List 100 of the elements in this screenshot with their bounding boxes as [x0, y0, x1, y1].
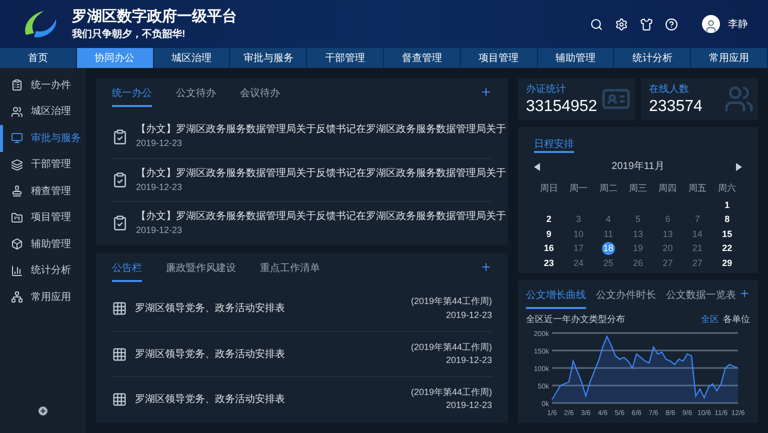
- add-icon[interactable]: [480, 86, 492, 98]
- sidebar-item[interactable]: 统一办件: [0, 72, 86, 98]
- panel-tab[interactable]: 重点工作清单: [260, 261, 320, 282]
- sidebar-item[interactable]: 辅助管理: [0, 231, 86, 258]
- next-icon[interactable]: [736, 162, 742, 170]
- menu-icon: [11, 79, 23, 92]
- calendar-day[interactable]: 27: [690, 256, 704, 270]
- panel-tab[interactable]: 廉政暨作风建设: [166, 261, 236, 282]
- nav-tab[interactable]: 统计分析: [614, 48, 692, 68]
- month-label: 2019年11月: [612, 160, 664, 174]
- document-icon: [112, 172, 128, 188]
- panel-tab[interactable]: 公文增长曲线: [526, 288, 586, 309]
- calendar-day[interactable]: 4: [602, 213, 615, 226]
- calendar-day[interactable]: 15: [720, 228, 734, 241]
- calendar-day[interactable]: 6: [661, 213, 674, 226]
- calendar-day[interactable]: 19: [631, 242, 644, 256]
- sidebar-item[interactable]: 审批与服务: [0, 125, 86, 152]
- calendar-day[interactable]: 13: [661, 228, 674, 241]
- calendar-day[interactable]: 11: [602, 228, 615, 241]
- item-date: 2019-12-23: [136, 137, 184, 150]
- calendar-day[interactable]: 27: [661, 256, 674, 270]
- panel-tab[interactable]: 会议待办: [240, 86, 280, 107]
- calendar-day[interactable]: 22: [720, 242, 734, 256]
- stat-label: 办证统计: [526, 82, 567, 97]
- panel-tab[interactable]: 公告栏: [112, 261, 142, 282]
- calendar-day[interactable]: 25: [602, 256, 615, 270]
- sidebar-item[interactable]: 稽查管理: [0, 178, 86, 204]
- notice-week: (2019年第44工作周): [410, 386, 492, 399]
- scope-toggle[interactable]: 全区: [701, 313, 719, 326]
- calendar-day[interactable]: 3: [572, 213, 586, 226]
- weekday-label: 周五: [687, 182, 708, 195]
- notice-date: 2019-12-23: [446, 308, 492, 322]
- slogan: 我们只争朝夕，不负韶华!: [72, 28, 186, 42]
- item-title[interactable]: 【办文】罗湖区政务服务数据管理局关于反馈书记在罗湖区政务服务数据管理局关于: [136, 166, 506, 181]
- sidebar-item[interactable]: 项目管理: [0, 204, 86, 231]
- calendar-day[interactable]: 23: [542, 256, 556, 270]
- nav-tab[interactable]: 辅助管理: [538, 48, 614, 68]
- panel-tab[interactable]: 公文办件时长: [596, 288, 656, 309]
- notice-title[interactable]: 罗湖区领导党务、政务活动安排表: [135, 346, 285, 362]
- nav-tab[interactable]: 督查管理: [384, 48, 461, 68]
- user-name: 李静: [728, 18, 748, 32]
- menu-icon: [11, 106, 23, 118]
- app-title: 罗湖区数字政府一级平台: [72, 6, 237, 26]
- panel-tab[interactable]: 统一办公: [112, 86, 152, 107]
- weekday-label: 周一: [568, 182, 589, 195]
- help-icon[interactable]: [665, 18, 678, 30]
- notice-title[interactable]: 罗湖区领导党务、政务活动安排表: [135, 392, 285, 406]
- chart-subtitle: 全区近一年办文类型分布: [526, 313, 625, 326]
- nav-tab[interactable]: 审批与服务: [230, 48, 308, 68]
- sidebar-item[interactable]: 常用应用: [0, 284, 86, 310]
- sidebar-item[interactable]: 城区治理: [0, 98, 86, 125]
- menu-icon: [11, 132, 23, 144]
- notice-week: (2019年第44工作周): [410, 340, 492, 354]
- calendar-tab[interactable]: 日程安排: [534, 139, 574, 153]
- menu-icon: [11, 158, 23, 171]
- calendar-day[interactable]: 10: [572, 228, 586, 241]
- previous-icon[interactable]: [534, 162, 540, 170]
- calendar-day[interactable]: 5: [631, 213, 644, 226]
- calendar-day[interactable]: 14: [690, 228, 704, 241]
- calendar-day[interactable]: 2: [542, 213, 556, 226]
- menu-icon: [11, 291, 23, 304]
- add-icon[interactable]: [739, 288, 750, 299]
- calendar-day[interactable]: 29: [720, 256, 734, 270]
- nav-tab[interactable]: 常用应用: [691, 48, 768, 68]
- calendar-day[interactable]: 16: [542, 242, 556, 256]
- sidebar-item[interactable]: 干部管理: [0, 152, 86, 178]
- table-icon: [112, 301, 127, 316]
- panel-tab[interactable]: 公文数据一览表: [666, 288, 736, 309]
- notice-week: (2019年第44工作周): [410, 295, 492, 308]
- calendar-day[interactable]: 24: [572, 256, 586, 270]
- menu-icon: [11, 238, 23, 250]
- add-icon[interactable]: [37, 405, 49, 417]
- nav-tab[interactable]: 项目管理: [460, 48, 538, 68]
- notice-title[interactable]: 罗湖区领导党务、政务活动安排表: [135, 301, 285, 316]
- scope-toggle[interactable]: 各单位: [723, 313, 750, 326]
- calendar-day[interactable]: 17: [572, 242, 586, 256]
- calendar-day[interactable]: 8: [720, 213, 734, 226]
- calendar-day[interactable]: 7: [690, 213, 704, 226]
- calendar-day[interactable]: 1: [720, 198, 734, 212]
- calendar-day[interactable]: 21: [690, 242, 704, 256]
- nav-tab[interactable]: 城区治理: [154, 48, 230, 68]
- sidebar-item[interactable]: 统计分析: [0, 258, 86, 284]
- calendar-day[interactable]: 20: [661, 242, 674, 256]
- calendar-day[interactable]: 9: [542, 228, 556, 241]
- avatar[interactable]: [702, 15, 720, 33]
- calendar-day[interactable]: 13: [631, 228, 644, 241]
- settings-icon[interactable]: [615, 18, 628, 30]
- stat-label: 在线人数: [649, 82, 690, 97]
- table-icon: [112, 392, 127, 406]
- search-icon[interactable]: [590, 18, 603, 30]
- item-title[interactable]: 【办文】罗湖区政务服务数据管理局关于反馈书记在罗湖区政务服务数据管理局关于: [136, 122, 506, 138]
- stat-value: 233574: [649, 97, 704, 117]
- notice-date: 2019-12-23: [446, 399, 492, 412]
- calendar-day[interactable]: 26: [631, 256, 644, 270]
- item-title[interactable]: 【办文】罗湖区政务服务数据管理局关于反馈书记在罗湖区政务服务数据管理局关于: [136, 208, 506, 224]
- document-icon: [112, 215, 128, 231]
- nav-tab[interactable]: 干部管理: [307, 48, 384, 68]
- panel-tab[interactable]: 公文待办: [176, 86, 216, 107]
- shirt-icon[interactable]: [640, 18, 653, 30]
- add-icon[interactable]: [480, 261, 492, 273]
